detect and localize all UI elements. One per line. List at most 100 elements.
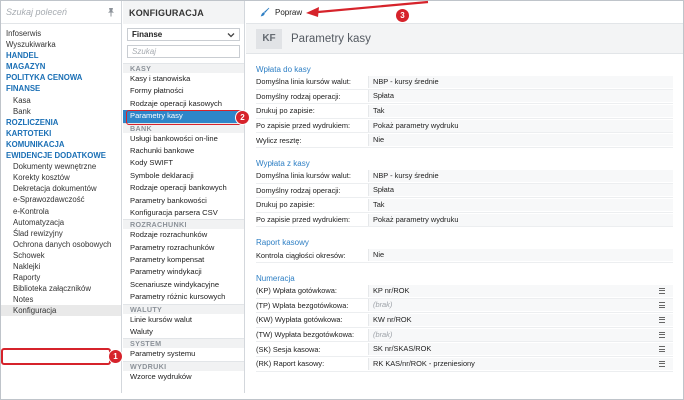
param-value[interactable]: Nie <box>368 249 673 262</box>
sidebar-item-polityka-cenowa[interactable]: POLITYKA CENOWA <box>1 72 121 83</box>
menu-lines-icon[interactable] <box>659 287 665 294</box>
param-value-text: Spłata <box>373 185 394 195</box>
menu-lines-icon[interactable] <box>659 316 665 323</box>
tree-section-waluty: WALUTY <box>123 303 244 314</box>
param-row: (KW) Wypłata gotówkowa: KW nr/ROK <box>256 313 673 328</box>
param-value[interactable]: SK nr/SKAS/ROK <box>368 343 673 356</box>
param-value[interactable]: KP nr/ROK <box>368 284 673 297</box>
tree-item-kody-swift[interactable]: Kody SWIFT <box>123 157 244 169</box>
sidebar-item-kartoteki[interactable]: KARTOTEKI <box>1 128 121 139</box>
tree-item-konfiguracja-parsera-csv[interactable]: Konfiguracja parsera CSV <box>123 207 244 219</box>
tree-item-rodzaje-rozrachunkow[interactable]: Rodzaje rozrachunków <box>123 229 244 241</box>
tree-item-linie-kursow-walut[interactable]: Linie kursów walut <box>123 314 244 326</box>
tree-section-system: SYSTEM <box>123 338 244 349</box>
tree-item-rodzaje-operacji-kasowych[interactable]: Rodzaje operacji kasowych <box>123 98 244 110</box>
param-value[interactable]: Spłata <box>368 90 673 103</box>
command-search[interactable]: Szukaj poleceń <box>1 1 121 24</box>
sidebar-item-dekretacja-dokumentow[interactable]: Dekretacja dokumentów <box>1 183 121 194</box>
config-search-input[interactable]: Szukaj <box>127 45 240 58</box>
param-value[interactable]: Tak <box>368 198 673 211</box>
param-label: Domyślna linia kursów walut: <box>256 171 351 181</box>
fix-button[interactable]: Popraw <box>275 8 302 17</box>
sidebar-item-wyszukiwarka[interactable]: Wyszukiwarka <box>1 39 121 50</box>
param-label: Wylicz resztę: <box>256 135 302 145</box>
param-value[interactable]: NBP - kursy średnie <box>368 169 673 182</box>
param-value-text: Spłata <box>373 91 394 101</box>
sidebar-item-e-sprawozdawczosc[interactable]: e-Sprawozdawczość <box>1 194 121 205</box>
sidebar-item-notes[interactable]: Notes <box>1 294 121 305</box>
sidebar-item-e-kontrola[interactable]: e-Kontrola <box>1 206 121 217</box>
sidebar-item-rozliczenia[interactable]: ROZLICZENIA <box>1 117 121 128</box>
param-value[interactable]: RK KAS/nr/ROK - przeniesiony <box>368 357 673 370</box>
tree-item-waluty[interactable]: Waluty <box>123 326 244 338</box>
param-value[interactable]: Tak <box>368 104 673 117</box>
config-search-placeholder: Szukaj <box>132 47 157 56</box>
sidebar-item-magazyn[interactable]: MAGAZYN <box>1 61 121 72</box>
param-value-text: (brak) <box>373 329 393 339</box>
module-dropdown-value: Finanse <box>132 30 163 39</box>
module-dropdown[interactable]: Finanse <box>127 28 240 41</box>
param-row: (TP) Wpłata bezgotówkowa: (brak) <box>256 299 673 314</box>
sidebar-item-biblioteka-zalacznikow[interactable]: Biblioteka załączników <box>1 283 121 294</box>
tree-item-symbole-deklaracji[interactable]: Symbole deklaracji <box>123 170 244 182</box>
pin-icon[interactable] <box>106 7 116 17</box>
sidebar-item-handel[interactable]: HANDEL <box>1 50 121 61</box>
highlight-konfiguracja <box>1 348 111 365</box>
param-value[interactable]: NBP - kursy średnie <box>368 75 673 88</box>
param-value-text: Nie <box>373 250 385 260</box>
sidebar-item-dokumenty-wewnetrzne[interactable]: Dokumenty wewnętrzne <box>1 161 121 172</box>
sidebar-item-komunikacja[interactable]: KOMUNIKACJA <box>1 139 121 150</box>
sidebar-item-ochrona-danych-osobowych[interactable]: Ochrona danych osobowych <box>1 239 121 250</box>
sidebar-item-konfiguracja[interactable]: Konfiguracja <box>1 305 121 317</box>
tree-item-scenariusze-windykacyjne[interactable]: Scenariusze windykacyjne <box>123 279 244 291</box>
param-row: Wylicz resztę: Nie <box>256 133 673 148</box>
sidebar-item-kasa[interactable]: Kasa <box>1 95 121 106</box>
param-value[interactable]: (brak) <box>368 299 673 312</box>
param-value[interactable]: (brak) <box>368 328 673 341</box>
sidebar-item-slad-rewizyjny[interactable]: Ślad rewizyjny <box>1 228 121 239</box>
tree-item-rachunki-bankowe[interactable]: Rachunki bankowe <box>123 145 244 157</box>
sidebar-item-raporty[interactable]: Raporty <box>1 272 121 283</box>
param-label: (RK) Raport kasowy: <box>256 359 325 369</box>
param-row: Po zapisie przed wydrukiem: Pokaż paramet… <box>256 213 673 228</box>
tree-item-parametry-kompensat[interactable]: Parametry kompensat <box>123 254 244 266</box>
sidebar-item-bank[interactable]: Bank <box>1 106 121 117</box>
tree-item-wzorce-wydrukow[interactable]: Wzorce wydruków <box>123 371 244 383</box>
param-value-text: NBP - kursy średnie <box>373 170 439 180</box>
param-label: Drukuj po zapisie: <box>256 200 315 210</box>
param-value[interactable]: Spłata <box>368 184 673 197</box>
sidebar-item-infoserwis[interactable]: Infoserwis <box>1 28 121 39</box>
configuration-panel: KONFIGURACJA Finanse Szukaj KASY Kasy i s… <box>123 1 245 393</box>
param-label: Po zapisie przed wydrukiem: <box>256 215 351 225</box>
section-title-wyplata-z-kasy: Wypłata z kasy <box>256 158 310 168</box>
tree-item-parametry-roznic-kursowych[interactable]: Parametry różnic kursowych <box>123 291 244 303</box>
sidebar-item-naklejki[interactable]: Naklejki <box>1 261 121 272</box>
tree-item-uslugi-bankowosci-on-line[interactable]: Usługi bankowości on-line <box>123 133 244 145</box>
parameters-form: Wpłata do kasy Domyślna linia kursów walu… <box>246 64 683 372</box>
param-value[interactable]: Pokaż parametry wydruku <box>368 213 673 226</box>
sidebar-item-finanse[interactable]: FINANSE <box>1 83 121 94</box>
tree-item-parametry-systemu[interactable]: Parametry systemu <box>123 348 244 360</box>
menu-lines-icon[interactable] <box>659 360 665 367</box>
sidebar-item-ewidencje-dodatkowe[interactable]: EWIDENCJE DODATKOWE <box>1 150 121 161</box>
param-value[interactable]: KW nr/ROK <box>368 313 673 326</box>
menu-lines-icon[interactable] <box>659 302 665 309</box>
tree-item-parametry-windykacji[interactable]: Parametry windykacji <box>123 266 244 278</box>
tree-item-parametry-bankowosci[interactable]: Parametry bankowości <box>123 195 244 207</box>
sidebar-item-korekty-kosztow[interactable]: Korekty kosztów <box>1 172 121 183</box>
param-value[interactable]: Pokaż parametry wydruku <box>368 119 673 132</box>
sidebar-item-schowek[interactable]: Schowek <box>1 250 121 261</box>
tree-item-parametry-rozrachunkow[interactable]: Parametry rozrachunków <box>123 242 244 254</box>
tree-section-wydruki: WYDRUKI <box>123 360 244 371</box>
tree-section-kasy: KASY <box>123 63 244 73</box>
tree-item-rodzaje-operacji-bankowych[interactable]: Rodzaje operacji bankowych <box>123 182 244 194</box>
param-label: Domyślna linia kursów walut: <box>256 77 351 87</box>
menu-lines-icon[interactable] <box>659 331 665 338</box>
param-value-text: Pokaż parametry wydruku <box>373 214 459 224</box>
param-label: (TW) Wypłata bezgotówkowa: <box>256 330 355 340</box>
menu-lines-icon[interactable] <box>659 346 665 353</box>
sidebar-item-automatyzacja[interactable]: Automatyzacja <box>1 217 121 228</box>
tree-item-formy-platnosci[interactable]: Formy płatności <box>123 85 244 97</box>
tree-item-kasy-i-stanowiska[interactable]: Kasy i stanowiska <box>123 73 244 85</box>
param-value[interactable]: Nie <box>368 134 673 147</box>
